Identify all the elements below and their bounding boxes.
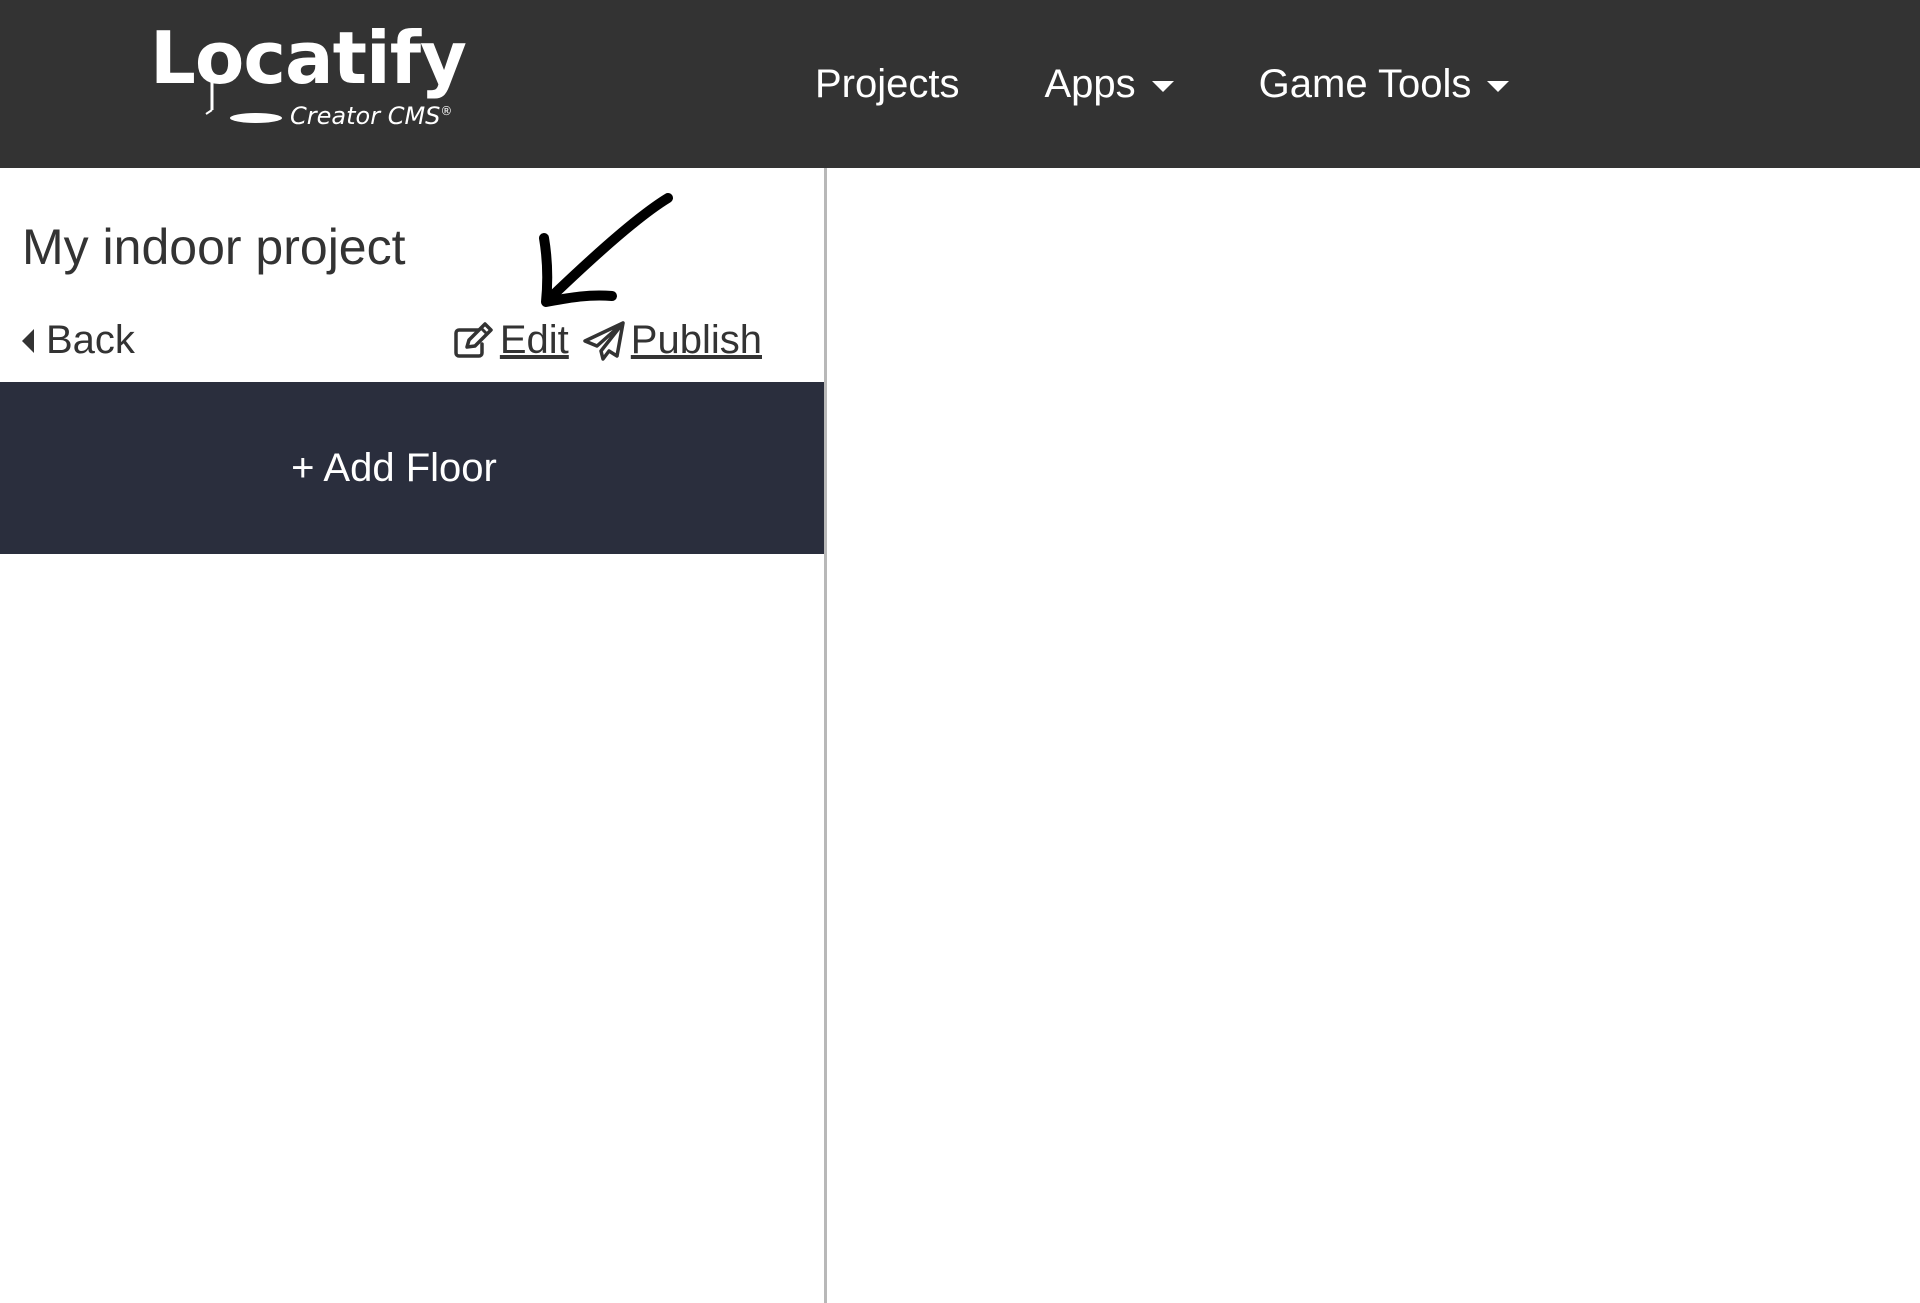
locatify-logo[interactable]: Locatify Creator CMS® — [150, 22, 500, 137]
caret-down-icon — [1151, 80, 1174, 92]
back-label: Back — [46, 318, 135, 362]
add-floor-button[interactable]: + Add Floor — [0, 382, 824, 554]
nav-game-tools-label: Game Tools — [1258, 61, 1472, 106]
project-actions: Edit Publish — [452, 318, 762, 363]
nav-projects-label: Projects — [815, 61, 960, 106]
main-content-area — [830, 168, 1920, 1303]
logo-trademark: ® — [440, 104, 453, 118]
top-navbar: Locatify Creator CMS® Projects Apps Game… — [0, 0, 1920, 168]
caret-down-icon — [1487, 80, 1510, 92]
project-title: My indoor project — [22, 219, 406, 275]
edit-icon — [454, 321, 493, 358]
logo-pin-icon — [205, 82, 282, 123]
nav-game-tools-dropdown[interactable]: Game Tools — [1259, 62, 1510, 107]
add-floor-label: + Add Floor — [291, 445, 497, 490]
edit-button[interactable]: Edit — [452, 318, 569, 363]
logo-wordmark: Locatify — [150, 16, 467, 100]
publish-button[interactable]: Publish — [583, 318, 762, 363]
nav-projects[interactable]: Projects — [815, 62, 960, 107]
edit-label: Edit — [499, 318, 569, 362]
caret-left-icon — [22, 328, 34, 353]
back-button[interactable]: Back — [22, 318, 135, 363]
main-nav: Projects Apps Game Tools — [815, 0, 1510, 168]
logo-subtitle-text: Creator CMS — [290, 102, 441, 130]
nav-apps-dropdown[interactable]: Apps — [1045, 62, 1174, 107]
logo-subtitle: Creator CMS® — [290, 104, 452, 128]
project-sidebar: My indoor project Back Edit Publish + Ad… — [0, 168, 827, 1303]
nav-apps-label: Apps — [1044, 61, 1136, 106]
publish-label: Publish — [630, 318, 762, 362]
paper-plane-icon — [583, 320, 625, 361]
project-toolbar: Back Edit Publish — [22, 318, 762, 378]
arrow-annotation-icon — [539, 193, 673, 307]
